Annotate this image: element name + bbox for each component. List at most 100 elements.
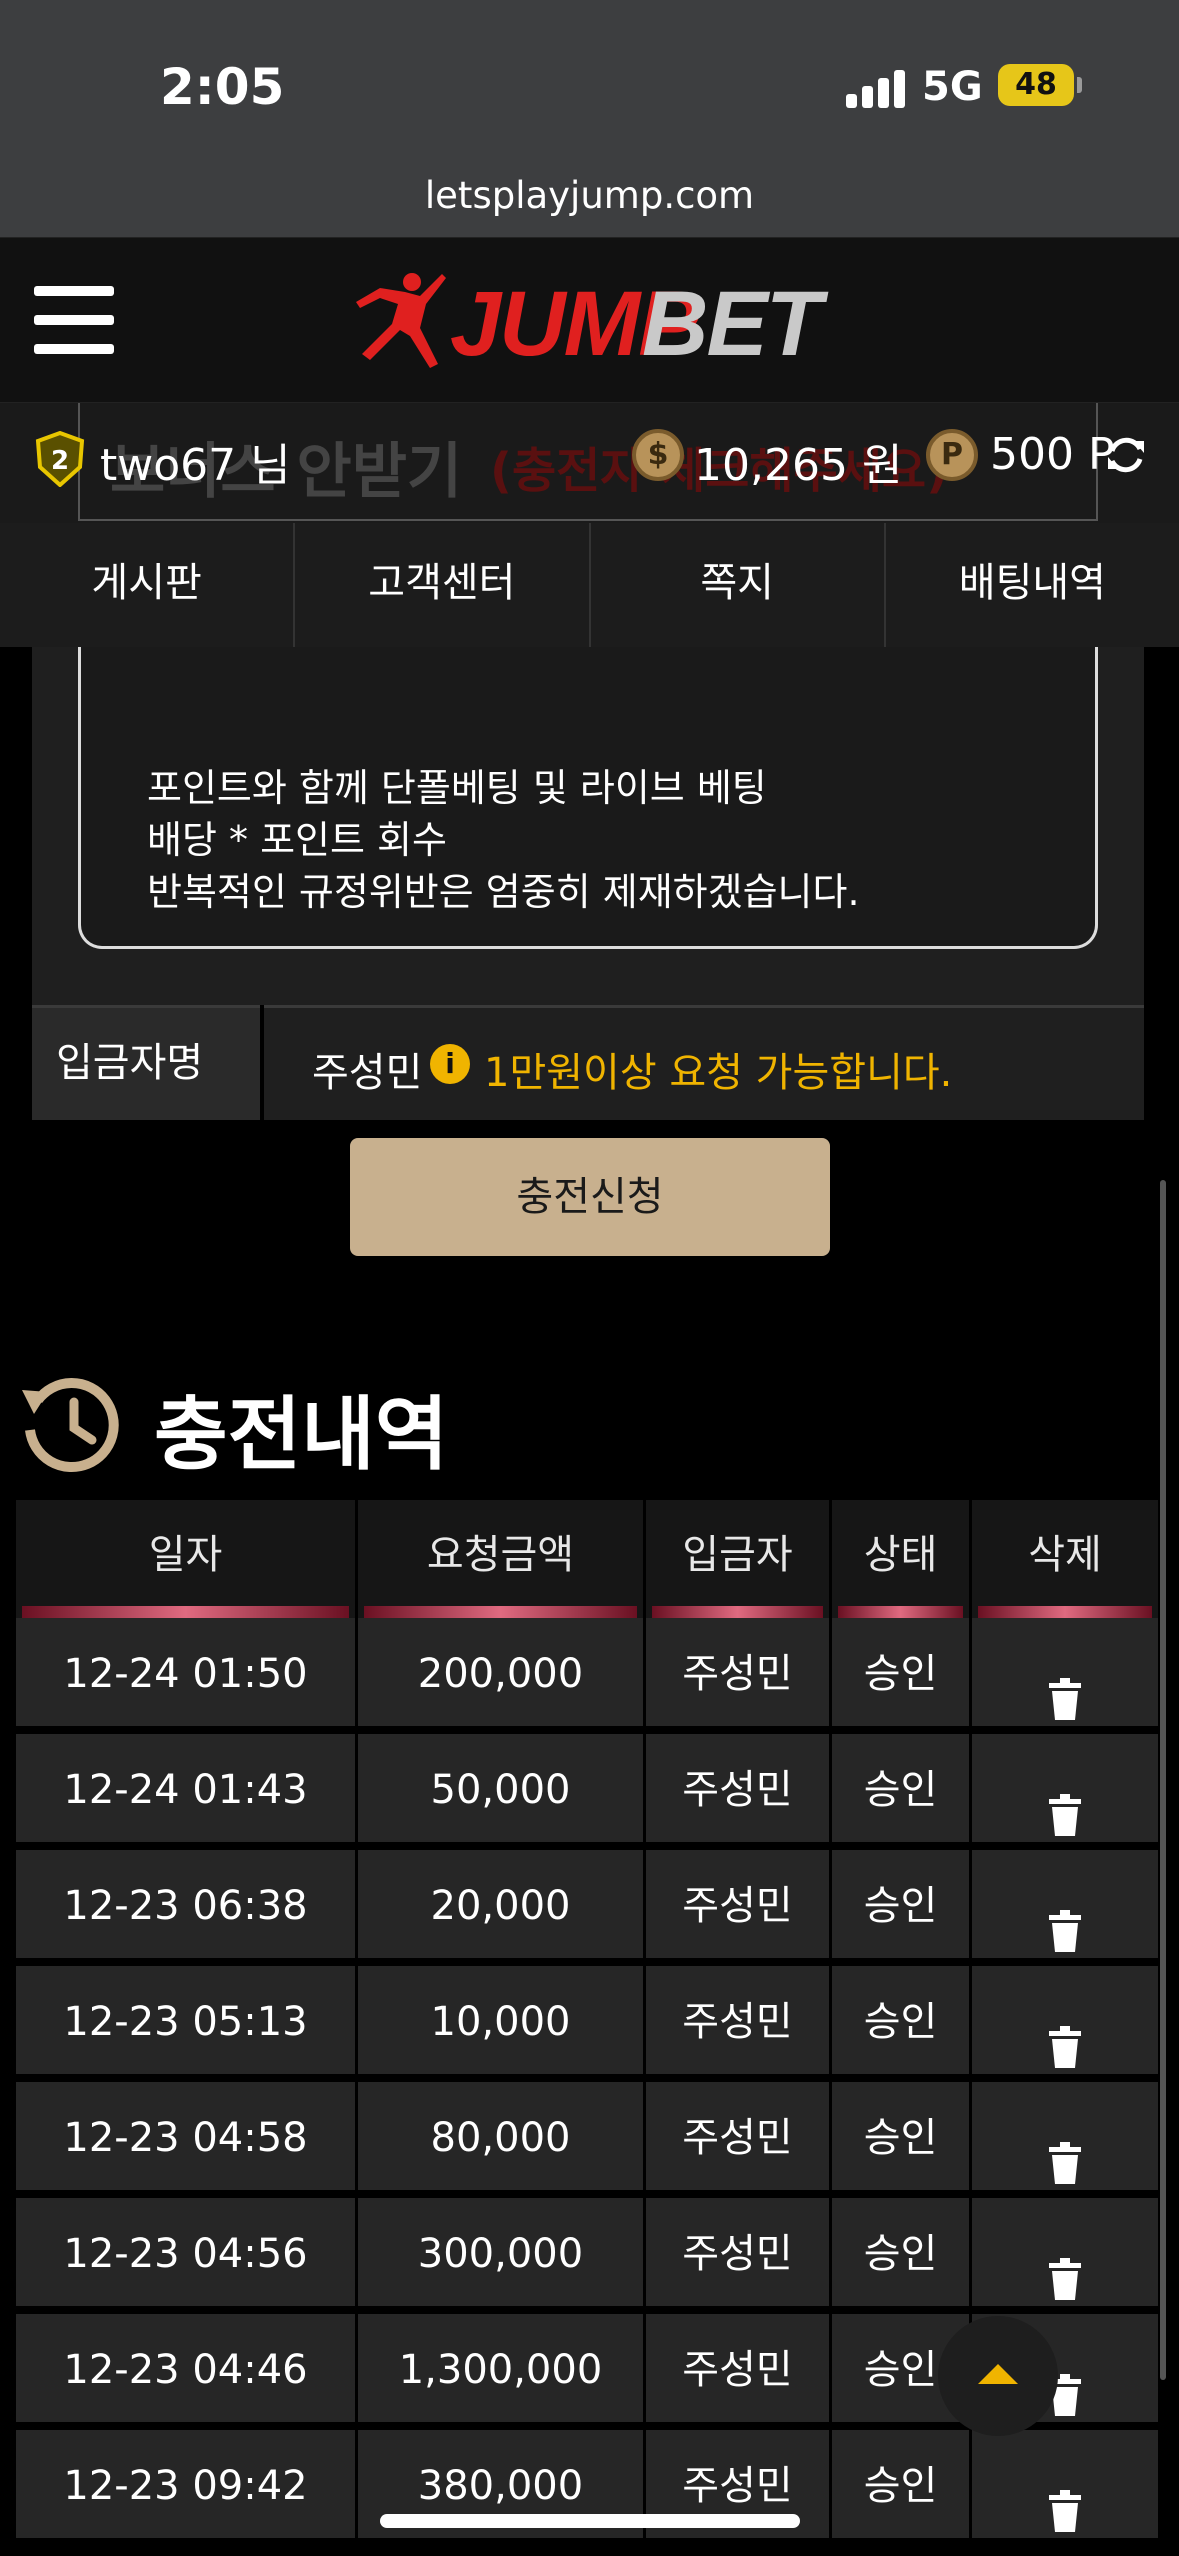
level-badge-icon: 2: [35, 431, 85, 487]
cell-depositor: 주성민: [646, 2082, 832, 2194]
url-text[interactable]: letsplayjump.com: [0, 174, 1179, 217]
battery-cap: [1077, 77, 1082, 93]
cell-date: 12-23 05:13: [16, 1966, 358, 2078]
cell-date: 12-23 04:58: [16, 2082, 358, 2194]
cell-depositor: 주성민: [646, 2314, 832, 2426]
notice-line: 포인트와 함께 단폴베팅 및 라이브 베팅: [147, 766, 767, 810]
charge-request-button[interactable]: 충전신청: [350, 1138, 830, 1256]
username: two67 님: [100, 440, 291, 491]
nav-bet-history[interactable]: 배팅내역: [886, 523, 1179, 647]
delete-cell: [972, 1618, 1158, 1730]
table-row: 12-23 04:58 80,000 주성민 승인: [16, 2082, 1158, 2198]
svg-text:2: 2: [51, 446, 69, 476]
cell-amount: 80,000: [358, 2082, 646, 2194]
signal-icon: [846, 70, 906, 108]
cell-depositor: 주성민: [646, 2198, 832, 2310]
cell-amount: 1,300,000: [358, 2314, 646, 2426]
trash-icon[interactable]: [1047, 2116, 1083, 2184]
cell-date: 12-24 01:43: [16, 1734, 358, 1846]
cell-depositor: 주성민: [646, 1850, 832, 1962]
delete-cell: [972, 2082, 1158, 2194]
battery-level: 48: [1015, 67, 1057, 102]
table-row: 12-23 09:42 380,000 주성민 승인: [16, 2430, 1158, 2546]
scroll-to-top-button[interactable]: [938, 2316, 1058, 2436]
cell-amount: 200,000: [358, 1618, 646, 1730]
browser-url-bar[interactable]: letsplayjump.com: [0, 160, 1179, 238]
history-icon: [22, 1378, 119, 1473]
delete-cell: [972, 1966, 1158, 2078]
status-time: 2:05: [160, 58, 285, 116]
cell-amount: 10,000: [358, 1966, 646, 2078]
nav-customer-center[interactable]: 고객센터: [295, 523, 591, 647]
site-header: JUMP BET: [0, 238, 1179, 403]
cell-amount: 20,000: [358, 1850, 646, 1962]
depositor-name: 주성민: [312, 1050, 423, 1096]
table-row: 12-24 01:50 200,000 주성민 승인: [16, 1618, 1158, 1734]
status-bar: 2:05 5G 48: [0, 0, 1179, 160]
cell-amount: 50,000: [358, 1734, 646, 1846]
trash-icon[interactable]: [1047, 2232, 1083, 2300]
scrollbar[interactable]: [1160, 1180, 1166, 2380]
point-balance: 500 P: [990, 429, 1115, 480]
table-row: 12-24 01:43 50,000 주성민 승인: [16, 1734, 1158, 1850]
home-indicator[interactable]: [380, 2514, 800, 2528]
user-info-bar: 보너스 안받기 (충전자 체크해주세요) 2 two67 님 $ 10,265 …: [0, 403, 1179, 523]
cell-date: 12-23 04:56: [16, 2198, 358, 2310]
refresh-icon[interactable]: [1104, 433, 1148, 477]
network-type: 5G: [922, 64, 983, 110]
cell-date: 12-23 04:46: [16, 2314, 358, 2426]
cell-status: 승인: [832, 1966, 972, 2078]
history-title: 충전내역: [154, 1388, 449, 1481]
cell-date: 12-24 01:50: [16, 1618, 358, 1730]
cell-date: 12-23 06:38: [16, 1850, 358, 1962]
trash-icon[interactable]: [1047, 1652, 1083, 1720]
trash-icon[interactable]: [1047, 2464, 1083, 2532]
logo-bet-text: BET: [642, 273, 822, 375]
trash-icon[interactable]: [1047, 2000, 1083, 2068]
column-header-delete: 삭제: [972, 1500, 1158, 1618]
cell-status: 승인: [832, 1734, 972, 1846]
column-header-date: 일자: [16, 1500, 358, 1618]
nav-board[interactable]: 게시판: [0, 523, 296, 647]
main-nav: 게시판 고객센터 쪽지 배팅내역: [0, 523, 1179, 647]
table-row: 12-23 04:56 300,000 주성민 승인: [16, 2198, 1158, 2314]
money-balance: 10,265 원: [694, 440, 903, 491]
notice-line: 반복적인 규정위반은 엄중히 제재하겠습니다.: [147, 870, 860, 914]
charge-panel: 포인트와 함께 단폴베팅 및 라이브 베팅 배당 * 포인트 회수 반복적인 규…: [32, 647, 1144, 1005]
minimum-amount-hint: 1만원이상 요청 가능합니다.: [484, 1050, 953, 1096]
chevron-up-icon: [978, 2364, 1018, 2384]
delete-cell: [972, 2198, 1158, 2310]
column-header-depositor: 입금자: [646, 1500, 832, 1618]
trash-icon[interactable]: [1047, 1768, 1083, 1836]
site-logo[interactable]: JUMP BET: [350, 268, 830, 378]
column-header-status: 상태: [832, 1500, 972, 1618]
menu-icon[interactable]: [34, 286, 114, 354]
depositor-row: 입금자명 주성민 i 1만원이상 요청 가능합니다.: [32, 1005, 1144, 1120]
delete-cell: [972, 1734, 1158, 1846]
cell-status: 승인: [832, 2198, 972, 2310]
cell-status: 승인: [832, 2430, 972, 2542]
cell-status: 승인: [832, 1850, 972, 1962]
cell-depositor: 주성민: [646, 1734, 832, 1846]
depositor-value: 주성민 i 1만원이상 요청 가능합니다.: [264, 1005, 1144, 1120]
info-icon: i: [430, 1044, 470, 1084]
jumpman-logo-icon: [356, 273, 446, 368]
table-header: 일자 요청금액 입금자 상태 삭제: [16, 1500, 1158, 1618]
delete-cell: [972, 1850, 1158, 1962]
depositor-label: 입금자명: [32, 1005, 260, 1120]
cell-status: 승인: [832, 2082, 972, 2194]
cell-amount: 300,000: [358, 2198, 646, 2310]
cell-status: 승인: [832, 1618, 972, 1730]
notice-box: 포인트와 함께 단폴베팅 및 라이브 베팅 배당 * 포인트 회수 반복적인 규…: [78, 647, 1098, 949]
nav-messages[interactable]: 쪽지: [591, 523, 886, 647]
column-header-amount: 요청금액: [358, 1500, 646, 1618]
money-coin-icon: $: [632, 429, 684, 481]
trash-icon[interactable]: [1047, 1884, 1083, 1952]
notice-line: 배당 * 포인트 회수: [147, 818, 447, 862]
point-coin-icon: P: [926, 429, 978, 481]
cell-date: 12-23 09:42: [16, 2430, 358, 2542]
table-row: 12-23 05:13 10,000 주성민 승인: [16, 1966, 1158, 2082]
battery-icon: 48: [998, 64, 1074, 106]
cell-depositor: 주성민: [646, 1618, 832, 1730]
cell-depositor: 주성민: [646, 1966, 832, 2078]
